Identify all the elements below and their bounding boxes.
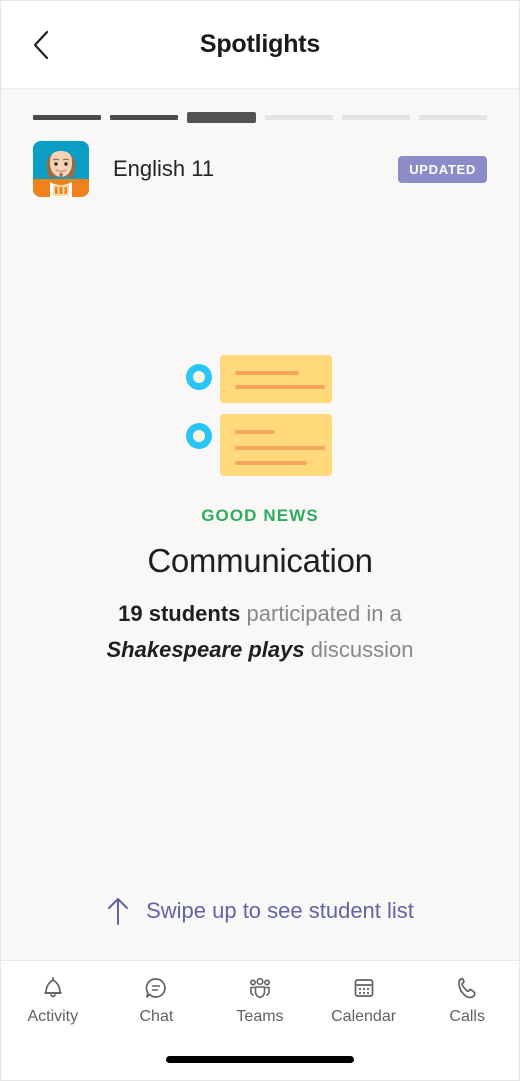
spotlight-kicker: GOOD NEWS [201, 506, 319, 525]
nav-item-calls[interactable]: Calls [415, 973, 519, 1026]
arrow-up-icon [108, 898, 129, 925]
home-indicator-area [1, 1038, 519, 1080]
progress-indicator[interactable] [1, 89, 519, 125]
bottom-navigation: Activity Chat Teams Calendar Calls [1, 960, 519, 1038]
nav-label-calls: Calls [449, 1008, 485, 1025]
status-badge: UPDATED [398, 155, 487, 183]
swipe-up-link[interactable]: Swipe up to see student list [1, 896, 519, 960]
progress-segment[interactable] [341, 114, 410, 120]
nav-item-teams[interactable]: Teams [208, 973, 312, 1026]
shakespeare-avatar [33, 141, 89, 197]
progress-segment[interactable] [110, 114, 179, 120]
nav-label-teams: Teams [236, 1008, 284, 1025]
progress-segment[interactable] [418, 114, 488, 120]
back-button[interactable] [19, 23, 63, 67]
bell-icon [43, 977, 62, 998]
home-indicator[interactable] [166, 1055, 354, 1063]
description-part-count: 19 students [118, 601, 241, 626]
progress-segment-active[interactable] [187, 111, 256, 123]
teams-people-icon [249, 977, 270, 999]
course-name: English 11 [113, 156, 215, 181]
nav-item-calendar[interactable]: Calendar [312, 973, 416, 1026]
spotlight-content: English 11 UPDATED GOOD NEWS Communicati… [1, 89, 519, 960]
nav-label-calendar: Calendar [331, 1008, 397, 1025]
spotlight-text: GOOD NEWS Communication 19 students part… [1, 480, 519, 667]
description-part-tail: discussion [304, 636, 414, 662]
description-part-text: participated in a [240, 601, 402, 626]
swipe-up-label: Swipe up to see student list [146, 898, 414, 923]
calendar-icon [354, 979, 373, 997]
illustration [1, 205, 519, 480]
avatar[interactable] [33, 141, 89, 197]
progress-segment[interactable] [33, 114, 102, 120]
progress-segment[interactable] [264, 114, 333, 120]
nav-item-activity[interactable]: Activity [1, 973, 105, 1026]
page-title: Spotlights [199, 30, 321, 58]
discussion-messages-illustration [186, 355, 332, 476]
chevron-left-icon [33, 30, 49, 59]
course-row[interactable]: English 11 UPDATED [1, 125, 519, 205]
description-part-topic: Shakespeare plays [106, 636, 305, 662]
nav-label-chat: Chat [139, 1008, 174, 1025]
phone-icon [458, 977, 476, 999]
chat-bubble-icon [146, 978, 167, 998]
app-header: Spotlights [1, 1, 519, 89]
nav-label-activity: Activity [27, 1008, 79, 1025]
spotlight-description: 19 students participated in a Shakespear… [60, 596, 460, 667]
spotlight-headline: Communication [147, 542, 373, 579]
nav-item-chat[interactable]: Chat [105, 973, 209, 1026]
phone-screen: Spotlights English 11 UPDATED GOOD NEWS … [0, 0, 520, 1081]
